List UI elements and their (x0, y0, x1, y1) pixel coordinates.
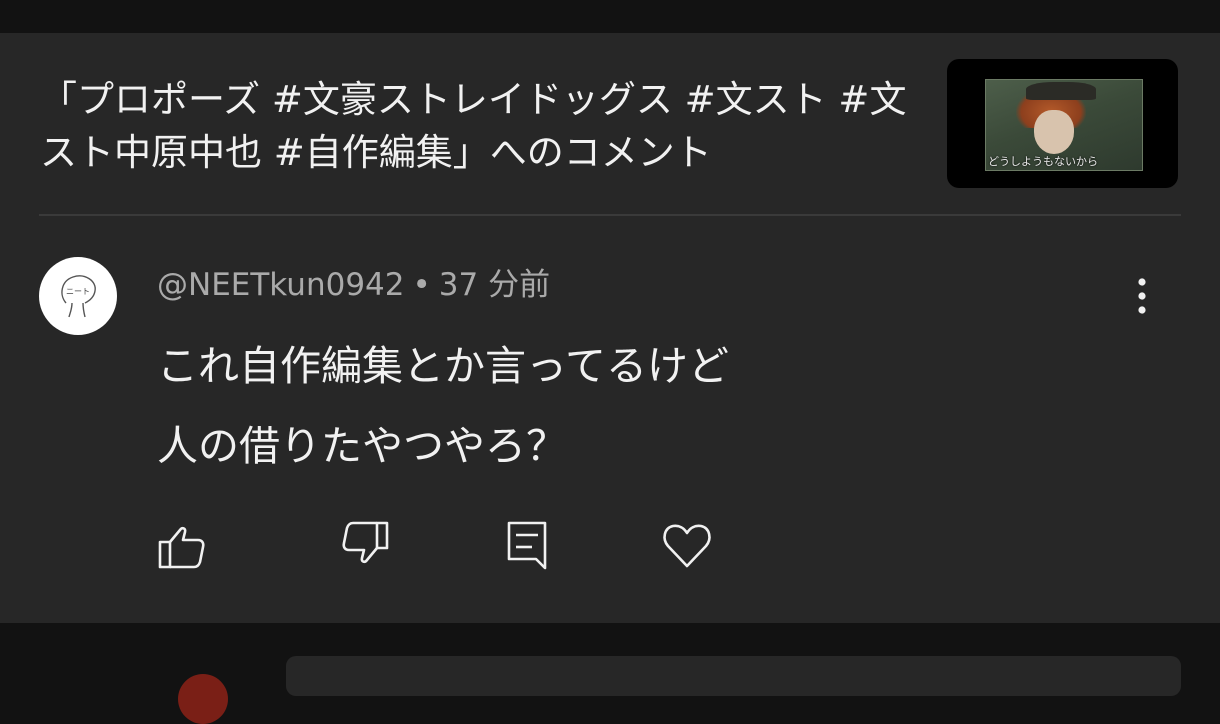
like-button[interactable] (155, 518, 209, 572)
comment-author[interactable]: @NEETkun0942 (157, 267, 405, 303)
thumbs-down-icon (342, 521, 389, 564)
comment-meta: @NEETkun0942 • 37 分前 (157, 263, 550, 307)
more-vert-icon (1138, 278, 1146, 314)
video-title: 「プロポーズ #文豪ストレイドッグス #文スト #文スト中原中也 #自作編集」へ… (40, 78, 907, 174)
comment-icon (507, 521, 547, 570)
reply-input[interactable] (286, 656, 1181, 696)
divider (39, 214, 1181, 216)
thumbnail-face (1034, 110, 1074, 154)
heart-button[interactable] (660, 518, 714, 572)
comment-time: 37 分前 (438, 267, 551, 303)
avatar-text: ニート (66, 287, 90, 296)
thumbs-up-icon (158, 526, 205, 569)
comment-text: これ自作編集とか言ってるけど 人の借りたやつやろ？ (157, 326, 1057, 486)
thumbnail-caption: どうしようもないから (988, 155, 1098, 168)
comment-card: 「プロポーズ #文豪ストレイドッグス #文スト #文スト中原中也 #自作編集」へ… (0, 33, 1220, 623)
top-strip (0, 0, 1220, 33)
avatar[interactable]: ニート (39, 257, 117, 335)
heart-icon (663, 524, 711, 568)
comment-line: これ自作編集とか言ってるけど (157, 342, 729, 390)
thumbnail-image: どうしようもないから (985, 79, 1143, 171)
meta-separator: • (412, 267, 431, 303)
video-thumbnail[interactable]: どうしようもないから (947, 59, 1178, 188)
comment-line: 人の借りたやつやろ？ (157, 422, 567, 470)
dislike-button[interactable] (338, 518, 392, 572)
thumbnail-hat (1026, 82, 1096, 100)
avatar-doodle-icon: ニート (61, 275, 96, 318)
current-user-avatar[interactable] (178, 674, 228, 724)
more-options-button[interactable] (1122, 273, 1162, 321)
reply-button[interactable] (501, 518, 555, 572)
